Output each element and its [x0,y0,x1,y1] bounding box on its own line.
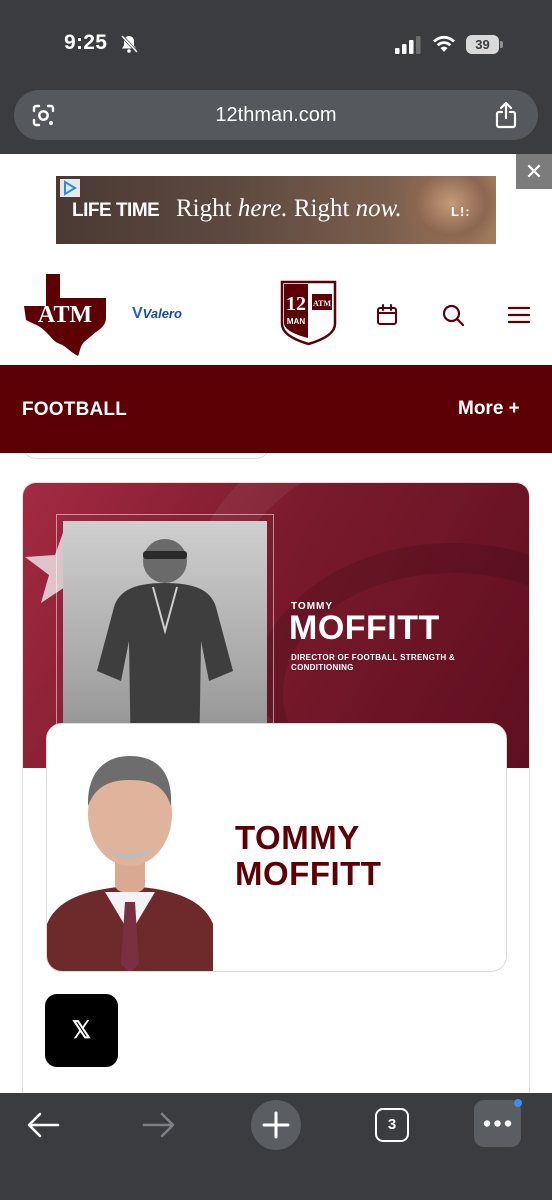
browser-bottom-toolbar: 3 [0,1093,552,1200]
new-tab-button[interactable] [251,1100,301,1150]
back-arrow-icon[interactable] [26,1111,60,1139]
logo-text: ATM [38,302,92,328]
section-title[interactable]: FOOTBALL [22,399,127,421]
section-nav-bar: FOOTBALL More + [0,365,552,453]
plus-icon [262,1111,290,1139]
12th-man-foundation-logo[interactable]: 12 MAN ATM [280,280,337,346]
ad-close-button[interactable]: ✕ [516,154,552,189]
calendar-icon[interactable] [376,304,398,326]
battery-indicator: 39 [466,35,503,54]
notification-dot [514,1099,522,1107]
battery-cap [500,41,503,48]
adchoices-icon[interactable] [60,179,80,197]
hero-role: DIRECTOR OF FOOTBALL STRENGTH & CONDITIO… [291,653,456,672]
twelve-man-word: MAN [287,317,305,326]
staff-story-card[interactable]: TOMMY MOFFITT DIRECTOR OF FOOTBALL STREN… [22,482,530,1093]
search-icon[interactable] [442,304,464,326]
address-bar[interactable]: 12thman.com [14,90,538,140]
hamburger-menu-icon[interactable] [508,306,530,324]
twelve-man-number: 12 [286,293,306,315]
cellular-signal-icon [395,36,421,54]
url-text[interactable]: 12thman.com [14,90,538,140]
twelve-man-atm: ATM [313,299,332,308]
texas-am-logo[interactable]: ATM [22,272,108,358]
tab-switcher-button[interactable]: 3 [375,1108,409,1142]
valero-sponsor-logo[interactable]: VValero [132,305,182,325]
bio-name-line1: TOMMY [235,819,360,856]
ad-banner[interactable]: LIFE TIME Right here. Right now. L!: [56,176,496,244]
ad-brand: LIFE TIME [72,200,160,221]
previous-card-edge [22,453,270,459]
valero-wordmark: Valero [142,306,182,321]
x-share-button[interactable]: 𝕏 [45,994,118,1067]
bio-name: TOMMY MOFFITT [235,820,495,892]
ellipsis-icon [483,1120,512,1127]
share-icon[interactable] [494,101,518,129]
forward-arrow-icon[interactable] [142,1111,176,1139]
status-time: 9:25 [64,31,108,54]
valero-v-mark: V [132,305,143,322]
coach-headshot [47,724,213,971]
section-more-button[interactable]: More + [458,398,520,420]
more-options-button[interactable] [474,1100,521,1147]
ad-tagline: Right here. Right now. [176,195,402,222]
main-content: TOMMY MOFFITT DIRECTOR OF FOOTBALL STREN… [0,453,552,1093]
bio-card[interactable]: TOMMY MOFFITT [46,723,507,972]
browser-top-chrome: 9:25 39 12thman.com [0,0,552,154]
bell-slash-icon [120,34,139,54]
wifi-icon [433,35,455,52]
site-header: ATM VValero 12 MAN ATM [0,262,552,365]
bio-name-line2: MOFFITT [235,855,382,892]
hero-last-name: MOFFITT [289,609,440,647]
ad-brand-mark: L!: [451,204,471,219]
battery-level: 39 [466,35,499,54]
